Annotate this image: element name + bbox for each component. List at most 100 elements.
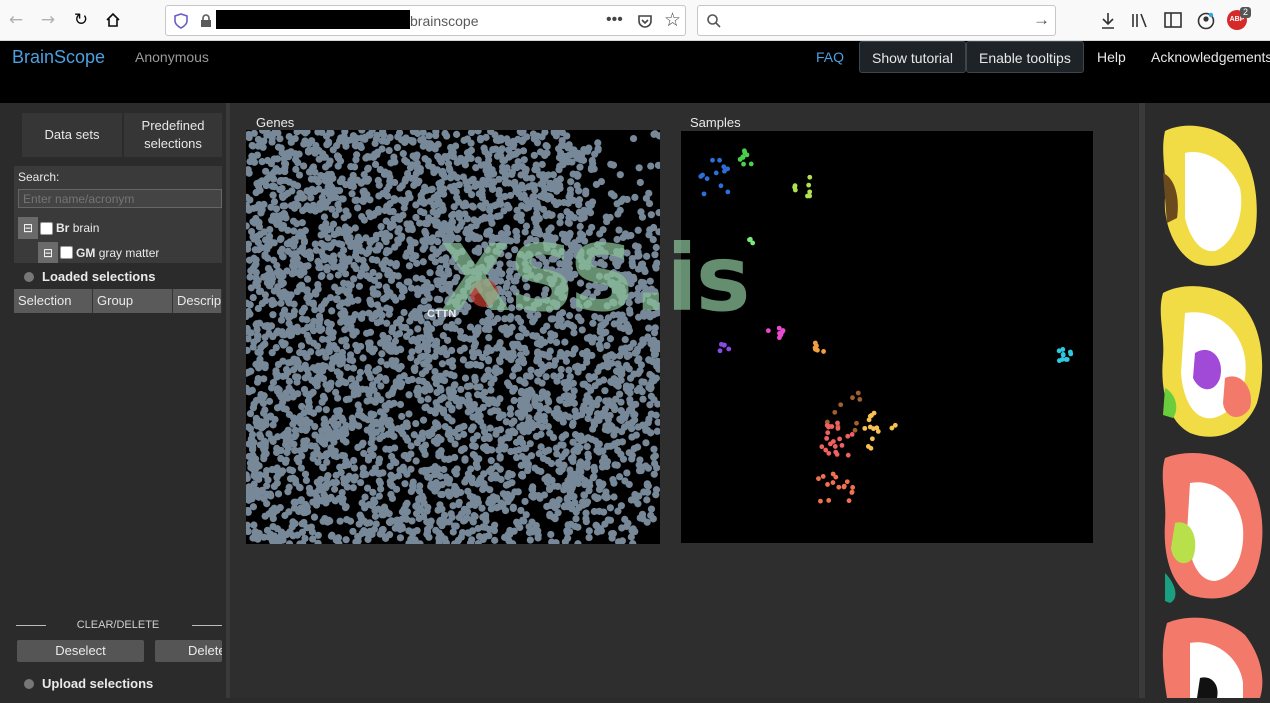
gene-point bbox=[522, 204, 531, 212]
col-selection[interactable]: Selection bbox=[14, 289, 93, 313]
gene-point bbox=[635, 355, 643, 363]
forward-icon[interactable]: → bbox=[37, 9, 59, 31]
samples-point-cloud[interactable] bbox=[681, 131, 1093, 543]
gene-point bbox=[653, 427, 660, 435]
delete-button[interactable]: Delete bbox=[155, 640, 222, 662]
loaded-selections-header[interactable]: Loaded selections bbox=[14, 269, 222, 289]
gene-point bbox=[419, 258, 427, 266]
search-input[interactable] bbox=[18, 189, 222, 208]
collapse-icon[interactable]: ⊟ bbox=[38, 242, 58, 263]
acknowledgements-button[interactable]: Acknowledgements bbox=[1139, 41, 1270, 73]
gene-point bbox=[338, 377, 346, 385]
gene-point bbox=[527, 366, 535, 374]
gene-point bbox=[416, 434, 424, 442]
gene-point bbox=[315, 312, 324, 320]
gene-point bbox=[350, 475, 358, 483]
gene-point bbox=[571, 407, 579, 415]
sidebar-icon[interactable] bbox=[1164, 12, 1182, 28]
gene-point bbox=[298, 402, 306, 411]
reload-icon[interactable]: ↻ bbox=[70, 9, 92, 31]
gene-point bbox=[634, 369, 642, 378]
gene-point bbox=[386, 289, 394, 297]
gene-point bbox=[534, 534, 542, 542]
gene-point bbox=[520, 444, 528, 452]
back-icon[interactable]: ← bbox=[5, 9, 27, 31]
pocket-icon[interactable] bbox=[637, 13, 653, 29]
samples-scatter-plot[interactable] bbox=[681, 131, 1093, 543]
gene-point bbox=[291, 373, 300, 381]
tree-checkbox[interactable] bbox=[40, 221, 53, 235]
gene-point bbox=[481, 395, 489, 403]
gene-point bbox=[396, 400, 405, 409]
gene-point bbox=[481, 514, 490, 522]
tab-data-sets[interactable]: Data sets bbox=[22, 113, 122, 157]
home-icon[interactable] bbox=[102, 9, 124, 31]
gene-point bbox=[556, 372, 565, 380]
tree-checkbox[interactable] bbox=[60, 246, 73, 259]
show-tutorial-button[interactable]: Show tutorial bbox=[859, 41, 966, 73]
gene-point bbox=[513, 163, 521, 172]
gene-point bbox=[270, 504, 278, 512]
gene-point bbox=[270, 532, 278, 540]
tree-item-gray-matter[interactable]: ⊟ GM gray matter bbox=[38, 242, 159, 263]
library-icon[interactable] bbox=[1131, 12, 1149, 29]
gene-point bbox=[583, 334, 592, 342]
gene-point bbox=[375, 192, 383, 200]
gene-point bbox=[289, 474, 297, 482]
gene-point bbox=[448, 406, 456, 414]
tree-item-brain[interactable]: ⊟ Br brain bbox=[18, 217, 99, 239]
gene-point bbox=[287, 291, 295, 299]
deselect-button[interactable]: Deselect bbox=[17, 640, 144, 662]
go-arrow-icon[interactable]: → bbox=[1033, 10, 1050, 30]
genes-scatter-plot[interactable] bbox=[246, 130, 660, 544]
gene-point bbox=[347, 239, 356, 247]
gene-point bbox=[400, 372, 408, 380]
gene-point bbox=[561, 338, 569, 346]
col-group[interactable]: Group bbox=[93, 289, 173, 313]
gene-point bbox=[333, 152, 342, 160]
gene-point bbox=[311, 379, 319, 387]
upload-selections-header[interactable]: Upload selections bbox=[14, 676, 153, 691]
browser-search-field[interactable]: → bbox=[697, 5, 1056, 36]
brain-slice-thumbnail[interactable] bbox=[1160, 286, 1263, 437]
gene-point bbox=[428, 430, 436, 438]
account-icon[interactable] bbox=[1197, 12, 1215, 30]
gene-point bbox=[405, 262, 414, 270]
more-icon[interactable]: ••• bbox=[606, 11, 623, 29]
gene-point bbox=[276, 235, 284, 244]
gene-point bbox=[639, 515, 647, 523]
collapse-icon[interactable]: ⊟ bbox=[18, 217, 38, 239]
sample-point bbox=[869, 413, 874, 418]
brain-slice-thumbnail[interactable] bbox=[1162, 453, 1263, 603]
help-button[interactable]: Help bbox=[1085, 41, 1138, 73]
gene-point bbox=[643, 426, 652, 434]
expand-icon[interactable] bbox=[24, 272, 34, 282]
gene-point bbox=[572, 515, 580, 523]
expand-icon[interactable] bbox=[24, 679, 34, 689]
gene-point bbox=[635, 164, 643, 172]
gene-point bbox=[419, 416, 428, 424]
tab-predefined-selections[interactable]: Predefined selections bbox=[124, 113, 222, 157]
gene-point bbox=[380, 259, 388, 267]
brain-slice-thumbnail[interactable] bbox=[1162, 617, 1263, 698]
genes-point-cloud[interactable] bbox=[246, 130, 660, 544]
gene-point bbox=[382, 507, 390, 515]
gene-point bbox=[327, 320, 335, 328]
gene-point bbox=[285, 483, 293, 491]
gene-point bbox=[416, 207, 425, 216]
gene-point bbox=[278, 467, 287, 475]
gene-point bbox=[381, 190, 389, 198]
gene-point bbox=[300, 162, 308, 170]
gene-point bbox=[307, 390, 316, 398]
gene-point bbox=[451, 467, 459, 475]
download-icon[interactable] bbox=[1100, 12, 1116, 30]
faq-link[interactable]: FAQ bbox=[816, 49, 844, 65]
gene-point bbox=[654, 161, 660, 169]
gene-point bbox=[285, 178, 293, 186]
enable-tooltips-button[interactable]: Enable tooltips bbox=[966, 41, 1084, 73]
brain-slice-thumbnail[interactable] bbox=[1163, 125, 1257, 266]
gene-point bbox=[500, 490, 508, 498]
col-description[interactable]: Descrip bbox=[173, 289, 222, 313]
brand-logo[interactable]: BrainScope bbox=[12, 47, 105, 68]
star-icon[interactable]: ☆ bbox=[664, 9, 681, 31]
